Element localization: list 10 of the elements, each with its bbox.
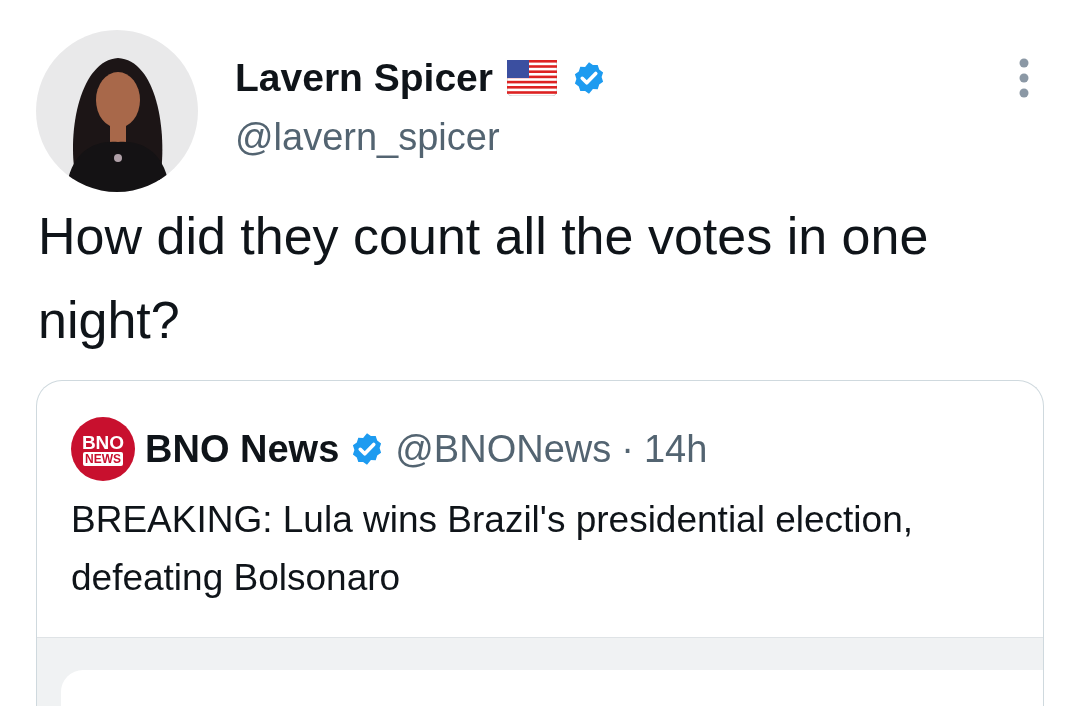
tweet-text: How did they count all the votes in one night? [38, 206, 930, 351]
separator-dot: · [621, 427, 634, 471]
quoted-tweet-card[interactable]: BNO NEWS BNO News @BNONews · 14h BREAKING: Lula wins Brazil's presidential election, defeating Bolsonaro [36, 380, 1044, 706]
quoted-handle: @BNONews [395, 427, 612, 471]
news-logo: BNO NEWS [71, 417, 135, 481]
quoted-author-name: BNO News [145, 427, 340, 471]
quoted-text: BREAKING: Lula wins Brazil's presidential election, defeating Bolsonaro [70, 498, 914, 600]
timestamp: 14h [643, 427, 708, 471]
author-name[interactable]: Lavern Spicer [235, 56, 493, 100]
author-handle[interactable]: @lavern_spicer [235, 116, 981, 159]
